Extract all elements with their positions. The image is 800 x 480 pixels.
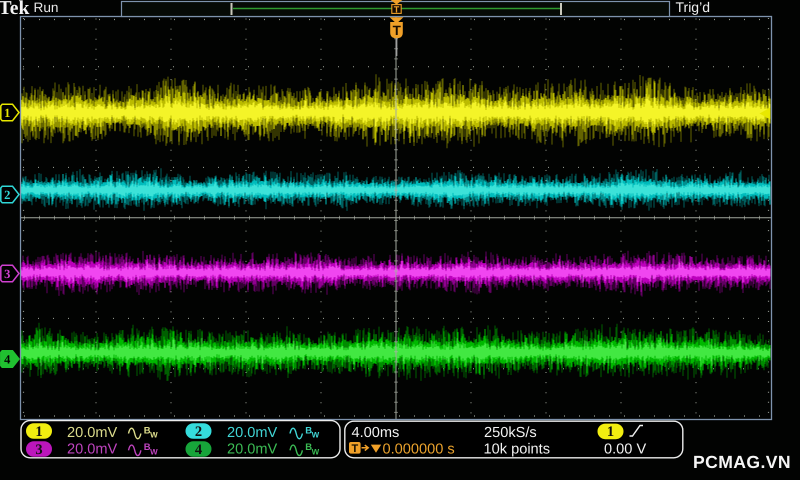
svg-text:W: W bbox=[312, 448, 320, 457]
svg-text:4: 4 bbox=[4, 353, 11, 367]
svg-text:0.00 V: 0.00 V bbox=[604, 442, 646, 458]
svg-text:Trig’d: Trig’d bbox=[676, 0, 711, 15]
svg-text:W: W bbox=[150, 431, 158, 440]
svg-text:4: 4 bbox=[195, 442, 202, 458]
svg-text:10k points: 10k points bbox=[484, 442, 551, 458]
svg-text:2: 2 bbox=[4, 188, 10, 202]
svg-text:T: T bbox=[394, 4, 400, 14]
svg-text:250kS/s: 250kS/s bbox=[484, 425, 537, 441]
svg-text:T: T bbox=[352, 443, 359, 455]
svg-text:Tek: Tek bbox=[0, 0, 29, 19]
svg-text:Run: Run bbox=[34, 0, 59, 15]
svg-text:W: W bbox=[150, 448, 158, 457]
svg-text:1: 1 bbox=[607, 424, 614, 440]
svg-text:1: 1 bbox=[35, 424, 42, 440]
svg-text:W: W bbox=[312, 431, 320, 440]
svg-text:3: 3 bbox=[4, 267, 10, 281]
svg-text:20.0mV: 20.0mV bbox=[227, 442, 278, 458]
svg-text:1: 1 bbox=[4, 106, 10, 120]
svg-text:0.000000 s: 0.000000 s bbox=[383, 442, 455, 458]
svg-text:PCMAG.VN: PCMAG.VN bbox=[693, 452, 791, 472]
svg-text:20.0mV: 20.0mV bbox=[67, 425, 118, 441]
svg-text:2: 2 bbox=[195, 424, 202, 440]
svg-text:4.00ms: 4.00ms bbox=[352, 425, 400, 441]
svg-text:3: 3 bbox=[35, 442, 42, 458]
svg-text:T: T bbox=[393, 23, 402, 38]
svg-text:20.0mV: 20.0mV bbox=[227, 425, 278, 441]
svg-text:20.0mV: 20.0mV bbox=[67, 442, 118, 458]
